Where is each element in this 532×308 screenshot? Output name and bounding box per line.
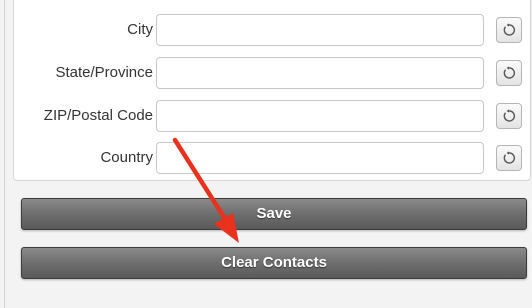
reset-icon (503, 109, 515, 122)
reset-icon (503, 151, 515, 164)
state-province-label: State/Province (55, 64, 153, 81)
zip-postal-code-label: ZIP/Postal Code (43, 107, 153, 124)
state-province-row: State/Province (14, 57, 532, 89)
zip-postal-code-reset-button[interactable] (496, 103, 522, 129)
state-province-input[interactable] (156, 57, 484, 89)
city-input[interactable] (156, 14, 484, 46)
country-reset-button[interactable] (496, 145, 522, 171)
country-input[interactable] (156, 142, 484, 174)
save-button[interactable]: Save (21, 198, 527, 230)
city-reset-button[interactable] (496, 17, 522, 43)
clear-contacts-button[interactable]: Clear Contacts (21, 247, 527, 279)
city-label: City (127, 21, 153, 38)
reset-icon (503, 66, 515, 79)
country-row: Country (14, 142, 532, 174)
city-row: City (14, 14, 532, 46)
app-frame: City State/Province ZIP/Postal Code Coun… (4, 0, 532, 308)
zip-postal-code-row: ZIP/Postal Code (14, 100, 532, 132)
zip-postal-code-input[interactable] (156, 100, 484, 132)
country-label: Country (100, 149, 153, 166)
state-province-reset-button[interactable] (496, 60, 522, 86)
reset-icon (503, 23, 515, 36)
address-form-panel: City State/Province ZIP/Postal Code Coun… (13, 0, 531, 181)
